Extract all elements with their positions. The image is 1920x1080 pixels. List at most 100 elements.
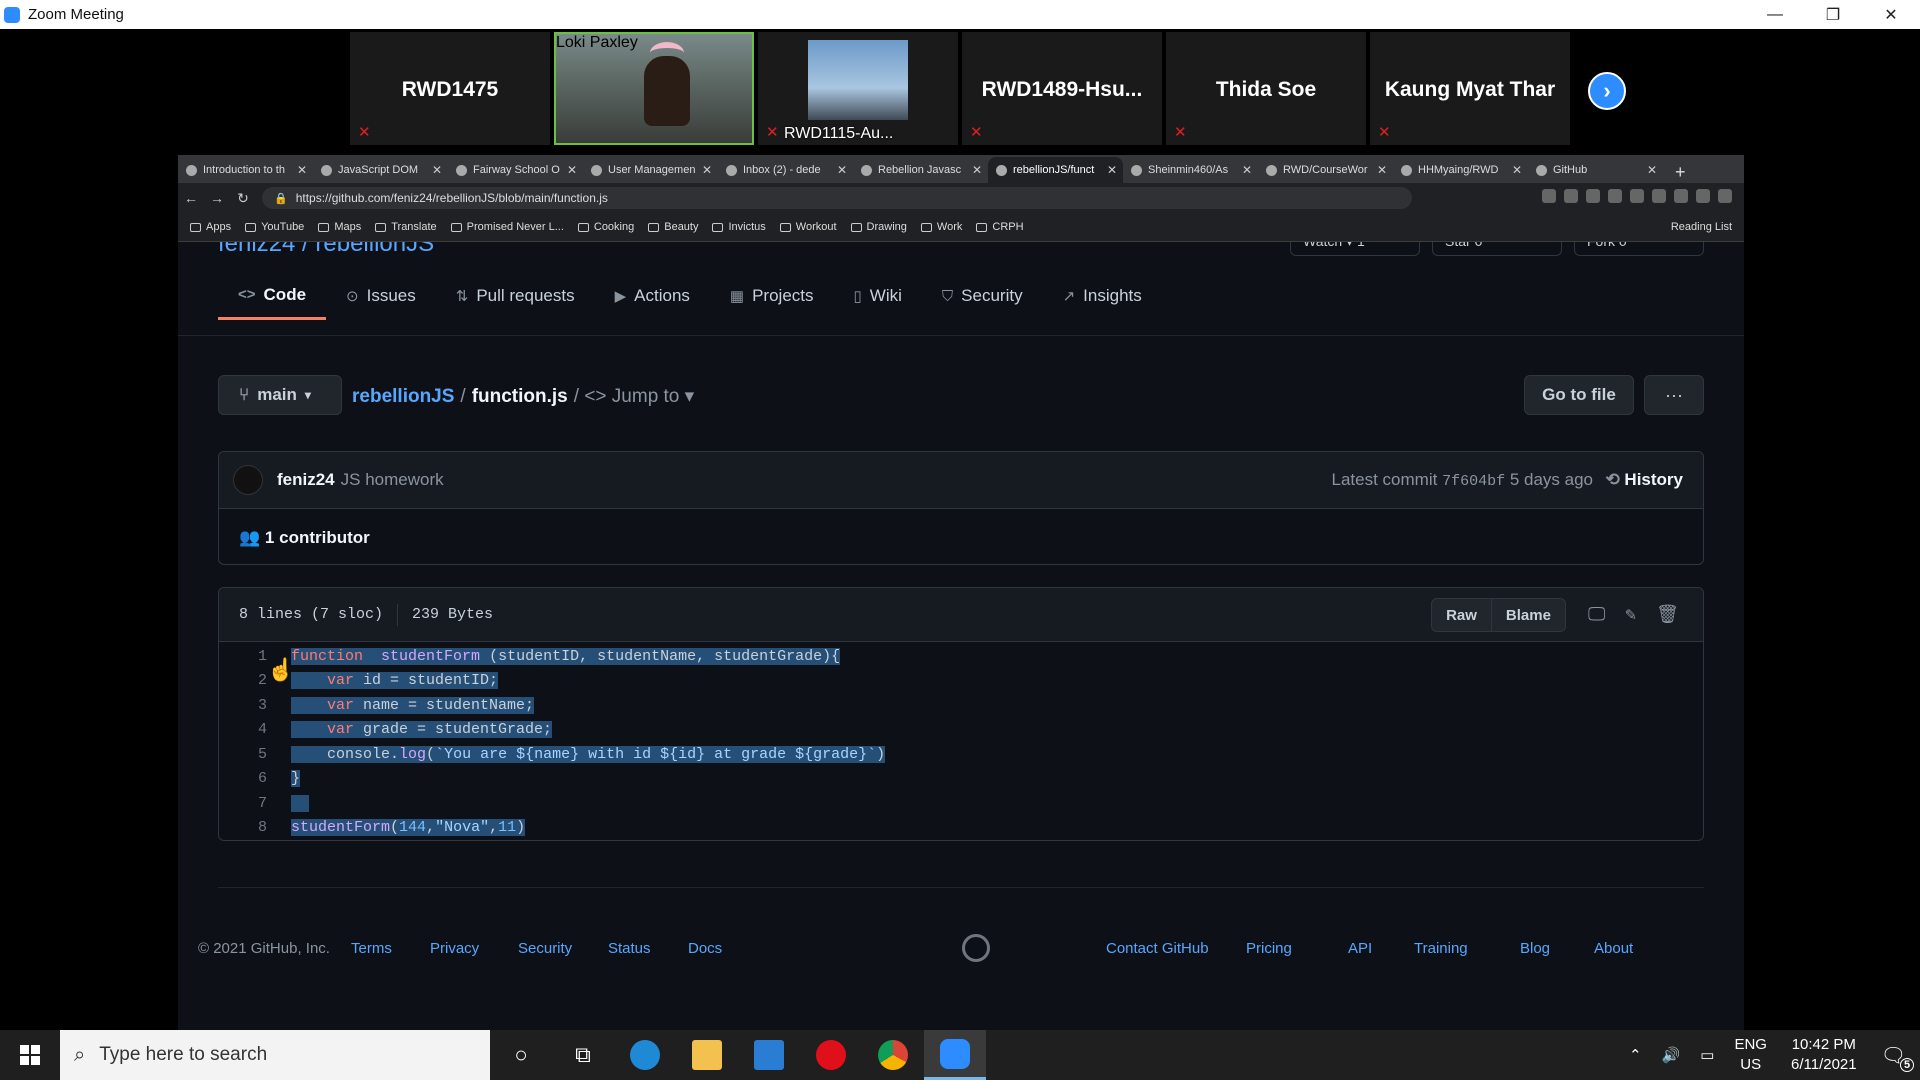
code-line[interactable]: 8 studentForm(144,"Nova",11) (219, 816, 1703, 841)
back-icon[interactable]: ← (178, 190, 204, 206)
tab-close-icon[interactable]: ✕ (1512, 163, 1522, 177)
tab-close-icon[interactable]: ✕ (567, 163, 577, 177)
author-avatar[interactable] (233, 465, 263, 495)
puzzle-icon[interactable] (1674, 189, 1688, 203)
opera-icon[interactable] (800, 1030, 862, 1080)
tab-close-icon[interactable]: ✕ (432, 163, 442, 177)
menu-kebab-icon[interactable] (1718, 189, 1732, 203)
desktop-icon[interactable]: 🖵 (1588, 605, 1605, 626)
browser-tab[interactable]: Fairway School O ✕ (448, 157, 583, 183)
footer-link-blog[interactable]: Blog (1520, 940, 1550, 957)
blame-button[interactable]: Blame (1491, 598, 1566, 632)
tab-close-icon[interactable]: ✕ (972, 163, 982, 177)
footer-link-training[interactable]: Training (1414, 940, 1468, 957)
bookmark-item[interactable]: Beauty (648, 221, 698, 233)
close-button[interactable]: ✕ (1862, 0, 1920, 29)
participant-tile[interactable]: RWD1489-Hsu... ✕ (962, 32, 1162, 145)
restore-button[interactable]: ❐ (1804, 0, 1862, 29)
bookmark-item[interactable]: Drawing (850, 221, 907, 233)
zoom-taskbar-icon[interactable] (924, 1030, 986, 1080)
browser-tab[interactable]: Sheinmin460/As ✕ (1123, 157, 1258, 183)
code-line[interactable]: 7 (219, 791, 1703, 816)
bookmark-item[interactable]: Work (920, 221, 962, 233)
footer-link-api[interactable]: API (1348, 940, 1372, 957)
code-line[interactable]: 1 function studentForm (studentID, studen… (219, 644, 1703, 669)
commit-author[interactable]: feniz24 (277, 470, 335, 490)
task-view-icon[interactable]: ⧉ (552, 1030, 614, 1080)
bookmark-item[interactable]: Workout (779, 221, 837, 233)
browser-tab[interactable]: rebellionJS/funct ✕ (988, 157, 1123, 183)
bookmark-item[interactable]: Translate (375, 221, 437, 233)
taskbar-search[interactable]: ⌕ Type here to search (60, 1030, 490, 1080)
notifications-icon[interactable]: 🗨 5 (1881, 1043, 1914, 1072)
start-button[interactable] (0, 1030, 60, 1080)
repo-tab-issues[interactable]: ⊙ Issues (326, 272, 436, 320)
browser-tab[interactable]: GitHub ✕ (1528, 157, 1663, 183)
bookmark-item[interactable]: Cooking (577, 221, 634, 233)
github-octocat-icon[interactable] (962, 934, 990, 962)
zoom-magnifier-icon[interactable] (1542, 189, 1556, 203)
line-number[interactable]: 7 (219, 795, 279, 812)
extension-icon[interactable] (1652, 189, 1666, 203)
watch-button[interactable]: Watch ▾ 1 (1290, 242, 1420, 256)
input-language[interactable]: ENG US (1734, 1035, 1767, 1075)
bookmark-star-icon[interactable] (1564, 189, 1578, 203)
star-button[interactable]: Star 0 (1432, 242, 1562, 256)
bookmark-item[interactable]: YouTube (245, 221, 304, 233)
volume-icon[interactable]: 🔊 (1662, 1046, 1681, 1064)
bookmark-item[interactable]: Apps (190, 221, 231, 233)
raw-button[interactable]: Raw (1431, 598, 1492, 632)
extension-icon[interactable] (1630, 189, 1644, 203)
trash-icon[interactable]: 🗑 (1656, 604, 1679, 626)
repo-tab-wiki[interactable]: ▯ Wiki (834, 272, 922, 320)
tab-close-icon[interactable]: ✕ (702, 163, 712, 177)
browser-tab[interactable]: User Managemen ✕ (583, 157, 718, 183)
footer-link-status[interactable]: Status (608, 940, 651, 957)
extension-icon[interactable] (1586, 189, 1600, 203)
browser-tab[interactable]: Inbox (2) - dede ✕ (718, 157, 853, 183)
reading-list[interactable]: Reading List (1671, 221, 1732, 233)
reload-icon[interactable]: ↻ (230, 190, 256, 207)
url-bar[interactable]: 🔒 https://github.com/feniz24/rebellionJS… (262, 187, 1412, 209)
browser-tab[interactable]: Rebellion Javasc ✕ (853, 157, 988, 183)
repo-tab-actions[interactable]: ▶ Actions (595, 272, 710, 320)
repo-tab-code[interactable]: <> Code (218, 272, 327, 320)
history-link[interactable]: ⟲ History (1605, 470, 1683, 490)
fork-button[interactable]: Fork 0 (1574, 242, 1704, 256)
participant-tile-video[interactable]: ✕ RWD1115-Au... (758, 32, 958, 145)
bookmark-item[interactable]: CRPH (976, 221, 1024, 233)
footer-link-privacy[interactable]: Privacy (430, 940, 479, 957)
commit-message[interactable]: JS homework (341, 470, 444, 490)
jump-to-dropdown[interactable]: / <> Jump to ▾ (574, 385, 694, 408)
code-block[interactable]: 1 function studentForm (studentID, studen… (219, 644, 1703, 840)
pencil-icon[interactable]: ✎ (1625, 604, 1636, 626)
code-line[interactable]: 5 console.log(`You are ${name} with id $… (219, 742, 1703, 767)
tab-close-icon[interactable]: ✕ (297, 163, 307, 177)
footer-link-security[interactable]: Security (518, 940, 572, 957)
forward-icon[interactable]: → (204, 190, 230, 206)
line-number[interactable]: 3 (219, 697, 279, 714)
footer-link-docs[interactable]: Docs (688, 940, 722, 957)
next-participants-button[interactable]: › (1588, 72, 1626, 110)
cortana-icon[interactable]: ○ (490, 1030, 552, 1080)
participant-tile[interactable]: Kaung Myat Thar ✕ (1370, 32, 1570, 145)
footer-link-about[interactable]: About (1594, 940, 1633, 957)
chrome-icon[interactable] (862, 1030, 924, 1080)
code-line[interactable]: 2 var id = studentID; (219, 669, 1703, 694)
repo-tab-security[interactable]: ⛉ Security (922, 272, 1043, 320)
browser-tab[interactable]: Introduction to th ✕ (178, 157, 313, 183)
repo-header[interactable]: feniz24 / rebellionJS (218, 242, 434, 258)
participant-tile[interactable]: Thida Soe ✕ (1166, 32, 1366, 145)
repo-tab-insights[interactable]: ↗ Insights (1043, 272, 1162, 320)
browser-tab[interactable]: RWD/CourseWor ✕ (1258, 157, 1393, 183)
battery-icon[interactable]: ▭ (1700, 1046, 1714, 1064)
line-number[interactable]: 8 (219, 819, 279, 836)
go-to-file-button[interactable]: Go to file (1524, 375, 1634, 415)
clock[interactable]: 10:42 PM 6/11/2021 (1791, 1035, 1857, 1075)
tab-close-icon[interactable]: ✕ (837, 163, 847, 177)
tab-close-icon[interactable]: ✕ (1107, 163, 1117, 177)
code-line[interactable]: 6} (219, 767, 1703, 792)
code-line[interactable]: 3 var name = studentName; (219, 693, 1703, 718)
participant-video-loki[interactable]: Loki Paxley (554, 32, 754, 145)
profile-avatar[interactable] (1696, 189, 1710, 203)
